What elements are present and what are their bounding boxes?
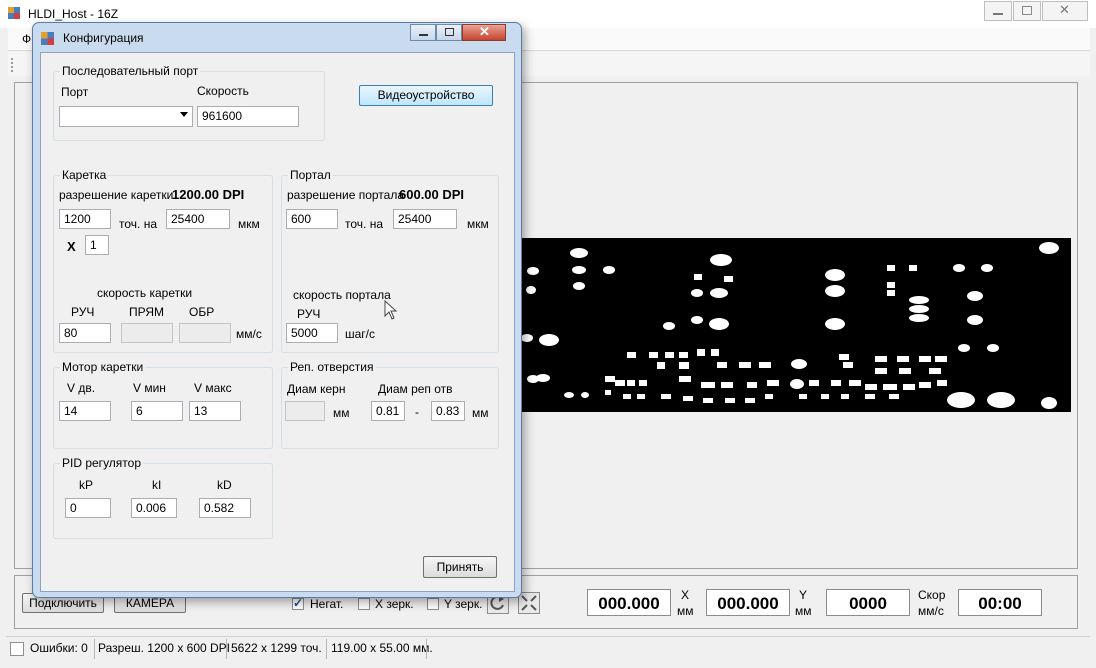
carriage-motor-group-label: Мотор каретки: [60, 360, 146, 374]
core-mm-label: мм: [333, 406, 350, 420]
portal-resolution-label: разрешение портала: [287, 188, 404, 202]
carriage-multiplier-input[interactable]: 1: [85, 235, 109, 255]
registration-holes-group-label: Реп. отверстия: [288, 360, 376, 374]
speed-readout: 0000: [826, 589, 910, 616]
pid-kp-input[interactable]: 0: [65, 498, 111, 518]
carriage-reverse-speed-input: [179, 323, 231, 343]
motor-vmin-label: V мин: [133, 381, 166, 395]
serial-port-group-label: Последовательный порт: [60, 64, 201, 78]
status-resolution: Разреш. 1200 x 600 DPI: [98, 641, 231, 655]
dialog-title: Конфигурация: [63, 31, 144, 45]
dialog-minimize-icon[interactable]: [410, 24, 436, 41]
portal-manual-label: РУЧ: [297, 307, 321, 321]
video-device-button[interactable]: Видеоустройство: [359, 85, 493, 106]
y-position-readout: 000.000: [706, 589, 790, 616]
carriage-speed-unit: мм/с: [236, 327, 262, 341]
status-size: 119.00 x 55.00 мм.: [331, 641, 433, 655]
portal-speed-unit: шаг/с: [345, 327, 376, 341]
status-points: 5622 x 1299 точ.: [231, 641, 322, 655]
main-window-title: HLDI_Host - 16Z: [28, 7, 119, 21]
y-mirror-checkbox[interactable]: [427, 598, 439, 610]
rep-mm-label: мм: [472, 406, 489, 420]
carriage-dots-input[interactable]: 1200: [59, 209, 111, 229]
rep-range-dash: -: [415, 405, 419, 419]
portal-group-label: Портал: [288, 168, 333, 182]
portal-dots-per-label: точ. на: [345, 217, 383, 231]
portal-resolution-value: 600.00 DPI: [399, 187, 465, 202]
portal-manual-speed-input[interactable]: 5000: [286, 323, 338, 343]
minimize-icon[interactable]: [984, 1, 1012, 21]
pid-kd-label: kD: [217, 478, 232, 492]
dialog-maximize-icon[interactable]: [436, 24, 462, 41]
x-axis-label: X: [681, 588, 690, 602]
carriage-manual-label: РУЧ: [71, 305, 95, 319]
y-unit-label: мм: [795, 604, 812, 618]
carriage-um-label: мкм: [238, 217, 260, 231]
carriage-reverse-label: ОБР: [189, 305, 215, 319]
carriage-resolution-label: разрешение каретки: [59, 188, 174, 202]
motor-vmax-input[interactable]: 13: [189, 401, 241, 421]
x-mirror-checkbox[interactable]: [358, 598, 370, 610]
configuration-dialog: Конфигурация ✕ Последовательный порт Пор…: [32, 22, 522, 598]
motor-vmax-label: V макс: [194, 381, 232, 395]
maximize-icon[interactable]: [1013, 1, 1041, 21]
chevron-down-icon: [180, 112, 188, 117]
rep-diameter-label: Диам реп отв: [378, 382, 453, 396]
toolbar-grip[interactable]: [11, 58, 16, 72]
dialog-close-icon[interactable]: ✕: [462, 24, 506, 41]
carriage-um-input[interactable]: 25400: [166, 209, 230, 229]
menu-item-file[interactable]: Ф: [22, 32, 31, 46]
port-select[interactable]: [59, 106, 193, 127]
baud-input[interactable]: 961600: [197, 106, 299, 127]
carriage-forward-label: ПРЯМ: [129, 305, 165, 319]
pid-kp-label: kP: [79, 478, 94, 492]
x-mirror-label: X зерк.: [375, 597, 414, 611]
pid-regulator-group-label: PID регулятор: [60, 456, 144, 470]
speed-label: Скор: [918, 588, 946, 602]
carriage-manual-speed-input[interactable]: 80: [59, 323, 111, 343]
x-unit-label: мм: [677, 604, 694, 618]
portal-speed-title: скорость портала: [293, 288, 391, 302]
baud-label: Скорость: [197, 84, 249, 98]
motor-v-input[interactable]: 14: [59, 401, 111, 421]
accept-button[interactable]: Принять: [423, 556, 497, 578]
rep-min-input[interactable]: 0.81: [371, 401, 405, 421]
core-diameter-input: [285, 401, 325, 421]
dialog-app-icon: [41, 32, 54, 45]
motor-vmin-input[interactable]: 6: [131, 401, 183, 421]
pid-kd-input[interactable]: 0.582: [199, 498, 251, 518]
carriage-forward-speed-input: [121, 323, 173, 343]
carriage-speed-title: скорость каретки: [97, 286, 193, 300]
status-errors: Ошибки: 0: [30, 641, 88, 655]
rep-max-input[interactable]: 0.83: [431, 401, 465, 421]
close-icon[interactable]: ✕: [1042, 1, 1088, 21]
carriage-dots-per-label: точ. на: [119, 217, 157, 231]
portal-um-label: мкм: [467, 217, 489, 231]
dialog-content: Последовательный порт Порт Скорость 9616…: [40, 52, 515, 592]
fit-to-window-icon[interactable]: [518, 592, 540, 614]
mouse-cursor-icon: [384, 300, 398, 320]
motor-v-label: V дв.: [67, 381, 96, 395]
pid-ki-label: kI: [152, 478, 162, 492]
pcb-preview-image: [519, 238, 1071, 412]
speed-unit-label: мм/с: [918, 604, 944, 618]
y-mirror-label: Y зерк.: [444, 597, 483, 611]
core-diameter-label: Диам керн: [287, 382, 346, 396]
status-indicator: [10, 642, 24, 656]
status-bar: Ошибки: 0 Разреш. 1200 x 600 DPI 5622 x …: [6, 636, 1090, 661]
portal-dots-input[interactable]: 600: [286, 209, 338, 229]
carriage-x-label: X: [67, 239, 76, 254]
time-readout: 00:00: [958, 589, 1042, 616]
negative-label: Негат.: [310, 597, 344, 611]
carriage-resolution-value: 1200.00 DPI: [172, 187, 245, 202]
portal-um-input[interactable]: 25400: [393, 209, 457, 229]
negative-checkbox[interactable]: [292, 596, 304, 610]
y-axis-label: Y: [799, 588, 808, 602]
port-label: Порт: [61, 85, 89, 99]
app-icon: [8, 7, 20, 19]
carriage-group-label: Каретка: [60, 168, 109, 182]
x-position-readout: 000.000: [587, 589, 671, 616]
pid-ki-input[interactable]: 0.006: [131, 498, 177, 518]
